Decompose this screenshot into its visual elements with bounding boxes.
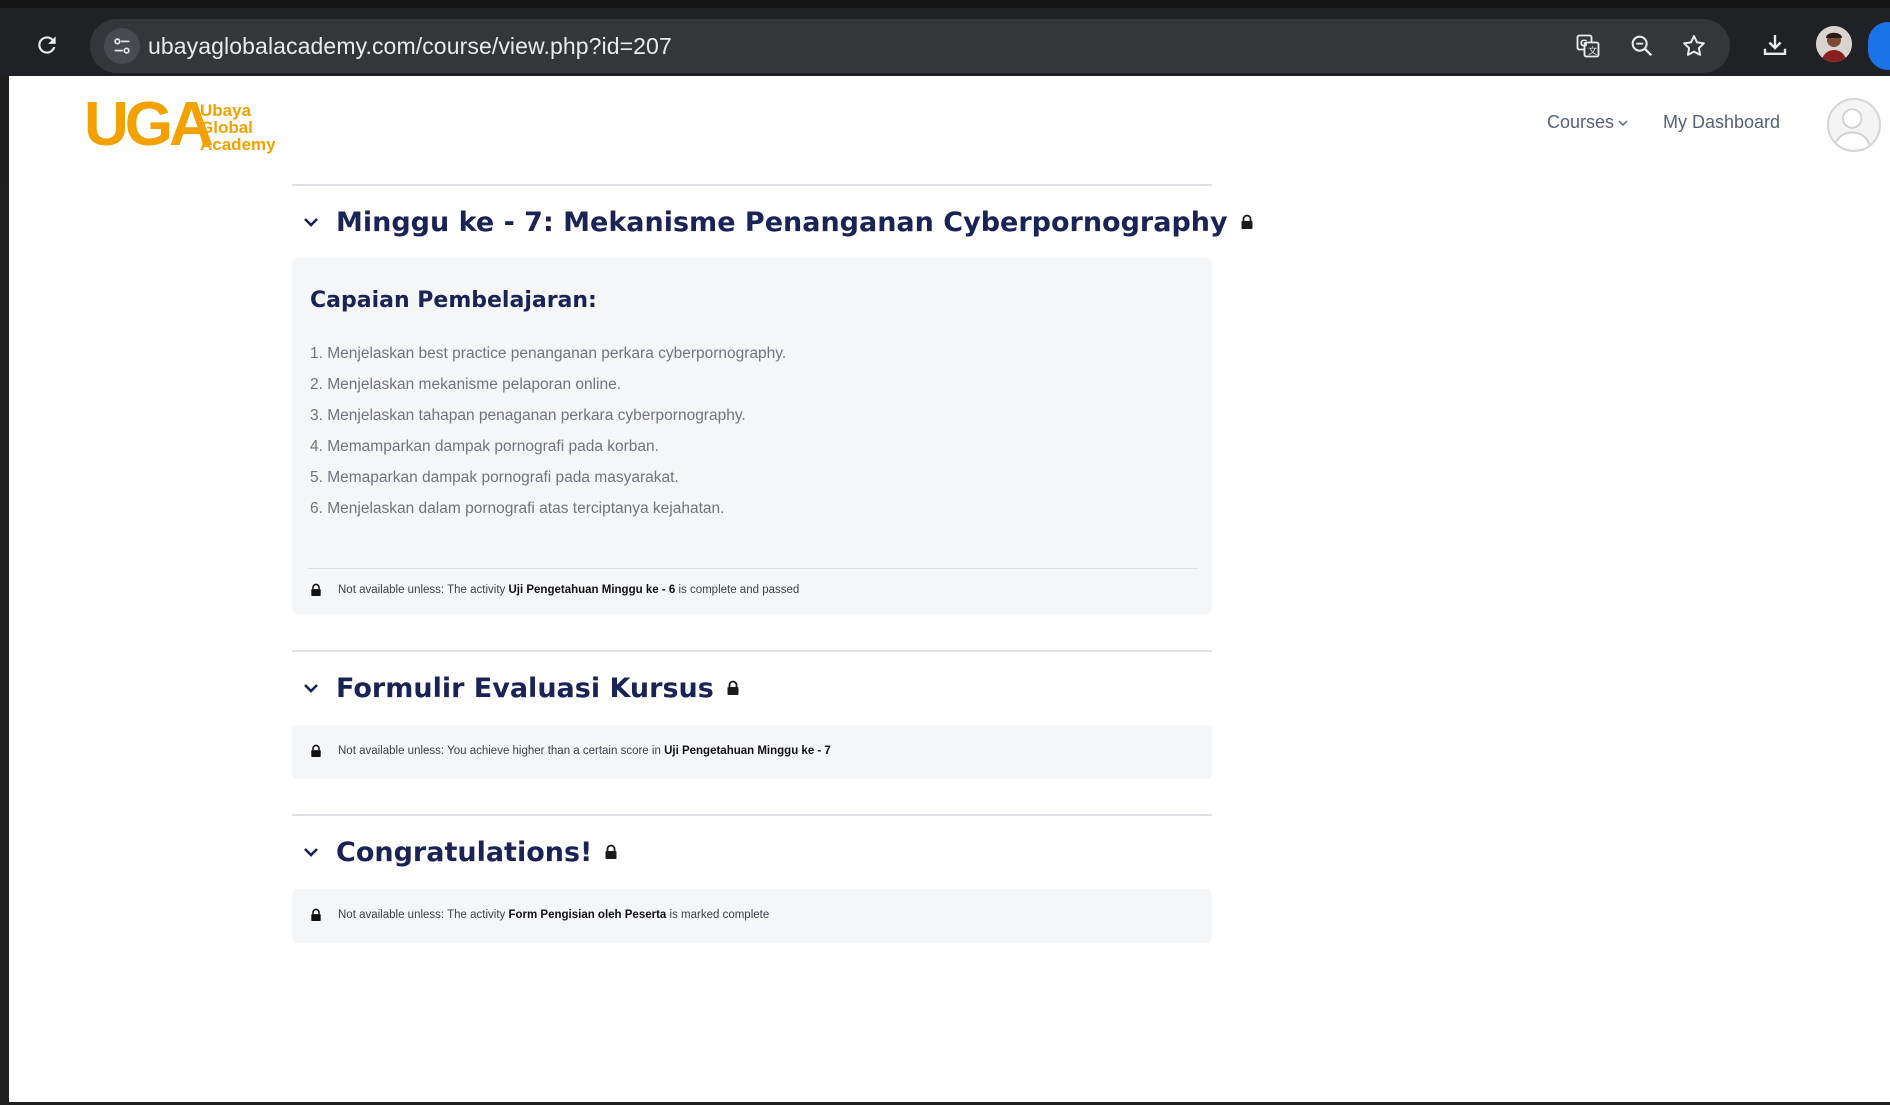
chevron-down-icon[interactable] xyxy=(302,843,320,861)
translate-icon[interactable]: G 文 xyxy=(1574,32,1602,60)
list-item: 4. Memamparkan dampak pornografi pada ko… xyxy=(310,438,659,455)
lock-icon xyxy=(1241,214,1253,229)
section-header[interactable]: Minggu ke - 7: Mekanisme Penanganan Cybe… xyxy=(302,202,1254,242)
list-item: 2. Menjelaskan mekanisme pelaporan onlin… xyxy=(310,376,622,393)
logo-text: Ubaya Global Academy xyxy=(200,101,276,154)
browser-toolbar: ubayaglobalacademy.com/course/view.php?i… xyxy=(0,0,1890,76)
site-info-button[interactable] xyxy=(104,28,140,64)
svg-text:文: 文 xyxy=(1588,45,1597,57)
tune-icon xyxy=(114,38,130,54)
browser-profile-button[interactable] xyxy=(1868,22,1890,70)
window-frame-left xyxy=(0,0,9,1105)
section-title[interactable]: Formulir Evaluasi Kursus xyxy=(336,673,714,704)
lock-icon xyxy=(311,744,321,757)
section-summary: Not available unless: The activity Form … xyxy=(292,889,1212,943)
section-header[interactable]: Formulir Evaluasi Kursus xyxy=(302,668,740,708)
user-avatar[interactable] xyxy=(1827,98,1881,152)
lock-icon xyxy=(311,908,321,921)
section-divider xyxy=(292,650,1212,652)
restriction-activity: Uji Pengetahuan Minggu ke - 7 xyxy=(664,745,831,757)
section-title[interactable]: Congratulations! xyxy=(336,837,592,868)
browser-profile-avatar[interactable] xyxy=(1816,26,1852,62)
list-item: 5. Memaparkan dampak pornografi pada mas… xyxy=(310,469,679,486)
nav-my-dashboard[interactable]: My Dashboard xyxy=(1663,112,1780,133)
list-item: 3. Menjelaskan tahapan penaganan perkara… xyxy=(310,407,746,424)
section-divider xyxy=(292,184,1212,186)
lock-icon xyxy=(605,844,617,859)
address-bar[interactable]: ubayaglobalacademy.com/course/view.php?i… xyxy=(90,19,1730,73)
restriction-notice: Not available unless: The activity Uji P… xyxy=(310,578,799,602)
chevron-down-icon[interactable] xyxy=(302,213,320,231)
zoom-icon[interactable] xyxy=(1628,32,1656,60)
chevron-down-icon xyxy=(1618,120,1628,127)
objectives-list: 1. Menjelaskan best practice penanganan … xyxy=(310,338,786,524)
star-icon[interactable] xyxy=(1680,32,1708,60)
chevron-down-icon[interactable] xyxy=(302,679,320,697)
user-icon xyxy=(1832,108,1872,149)
restriction-notice: Not available unless: You achieve higher… xyxy=(310,739,831,763)
download-icon[interactable] xyxy=(1760,30,1790,60)
course-section-week-7: Minggu ke - 7: Mekanisme Penanganan Cybe… xyxy=(292,184,1253,614)
site-logo[interactable]: UGA Ubaya Global Academy xyxy=(84,86,294,166)
section-summary: Not available unless: You achieve higher… xyxy=(292,725,1212,779)
reload-icon[interactable] xyxy=(34,32,60,58)
list-item: 6. Menjelaskan dalam pornografi atas ter… xyxy=(310,500,725,517)
section-header[interactable]: Congratulations! xyxy=(302,832,618,872)
url-text[interactable]: ubayaglobalacademy.com/course/view.php?i… xyxy=(148,33,672,60)
summary-heading: Capaian Pembelajaran: xyxy=(310,288,597,313)
section-summary: Capaian Pembelajaran: 1. Menjelaskan bes… xyxy=(292,258,1212,614)
course-section-evaluation: Formulir Evaluasi Kursus Not available u… xyxy=(292,650,1212,780)
restriction-notice: Not available unless: The activity Form … xyxy=(310,903,769,927)
lock-icon xyxy=(727,680,739,695)
restriction-divider xyxy=(308,568,1198,569)
section-title[interactable]: Minggu ke - 7: Mekanisme Penanganan Cybe… xyxy=(336,207,1228,238)
lock-icon xyxy=(311,583,321,596)
person-icon xyxy=(1816,26,1852,62)
course-section-congratulations: Congratulations! Not available unless: T… xyxy=(292,814,1212,944)
logo-mark: UGA xyxy=(84,90,214,159)
list-item: 1. Menjelaskan best practice penanganan … xyxy=(310,345,787,362)
svg-text:G: G xyxy=(1580,39,1588,50)
restriction-activity: Form Pengisian oleh Peserta xyxy=(508,909,667,921)
restriction-activity: Uji Pengetahuan Minggu ke - 6 xyxy=(508,584,676,596)
site-header: UGA Ubaya Global Academy Courses My Dash… xyxy=(9,76,1890,172)
section-divider xyxy=(292,814,1212,816)
nav-courses[interactable]: Courses xyxy=(1547,112,1628,133)
